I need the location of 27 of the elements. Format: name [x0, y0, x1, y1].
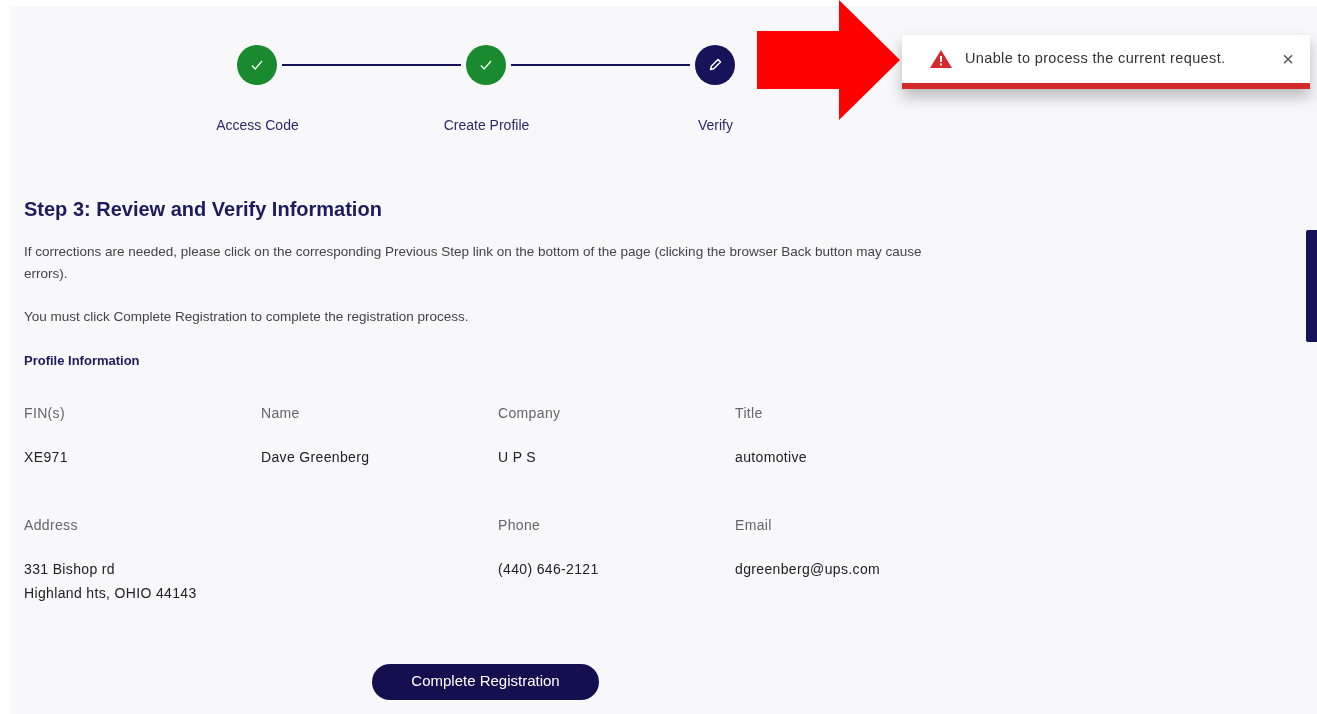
instruction-text: If corrections are needed, please click on the corresponding Previous Step link on the bottom of the page (clicking the browser Back button may cause errors).: [24, 243, 923, 283]
field-label: Phone: [498, 515, 542, 535]
field-label: FIN(s): [24, 403, 66, 423]
field-label: Address: [24, 515, 79, 535]
field-label: Company: [498, 403, 562, 423]
field-label: Email: [735, 515, 773, 535]
close-button[interactable]: ×: [1282, 49, 1294, 69]
field-label: Title: [735, 403, 764, 423]
complete-registration-button[interactable]: Complete Registration: [372, 663, 599, 700]
field-value: 331 Bishop rd: [24, 559, 116, 579]
field-value: Highland hts, OHIO 44143: [24, 583, 198, 603]
field-value: XE971: [24, 447, 69, 467]
field-label: Name: [261, 403, 301, 423]
page-heading: Step 3: Review and Verify Information: [24, 197, 383, 222]
field-value: dgreenberg@ups.com: [735, 559, 882, 579]
step-label: Verify: [698, 116, 733, 135]
step-label: Create Profile: [443, 116, 530, 135]
instruction-text: You must click Complete Registration to complete the registration process.: [24, 308, 470, 326]
error-message: Unable to process the current request.: [965, 49, 1226, 69]
field-value: Dave Greenberg: [261, 447, 371, 467]
step-label: Access Code: [216, 116, 299, 135]
section-title: Profile Information: [24, 352, 141, 370]
field-value: U P S: [498, 447, 538, 467]
side-tab[interactable]: [1306, 230, 1317, 342]
field-value: (440) 646-2121: [498, 559, 600, 579]
warning-icon: [929, 49, 953, 69]
field-value: automotive: [735, 447, 808, 467]
